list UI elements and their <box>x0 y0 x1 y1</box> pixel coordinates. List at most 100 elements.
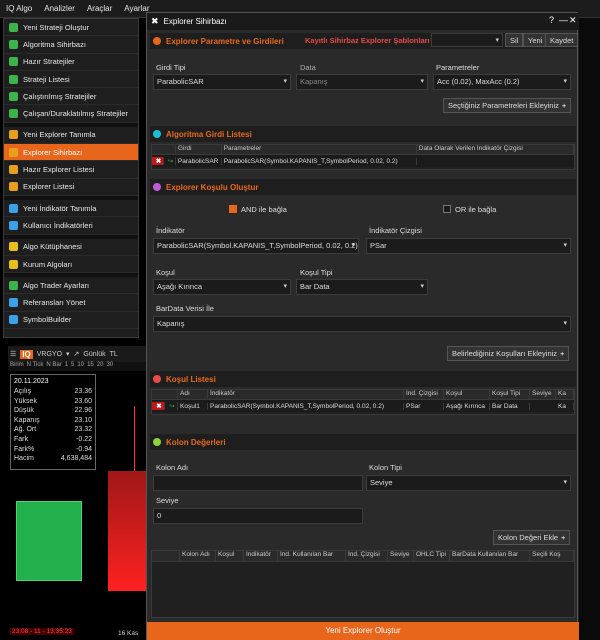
edit-icon[interactable]: ↪ <box>164 157 176 165</box>
column-name-input[interactable] <box>153 475 363 491</box>
quote-value: 22.96 <box>74 407 92 415</box>
menu-iq-algo[interactable]: IQ Algo <box>0 0 38 17</box>
menu-item[interactable]: Kurum Algoları <box>4 256 138 274</box>
chevron-down-icon: ▾ <box>495 37 499 44</box>
menu-item[interactable]: Strateji Listesi <box>4 71 138 89</box>
menu-item[interactable]: Explorer Sihirbazı <box>4 144 138 162</box>
menu-item[interactable]: Yeni Strateji Oluştur <box>4 19 138 37</box>
external-link-icon[interactable]: ↗ <box>74 350 80 358</box>
indicator-new-icon <box>9 203 18 213</box>
right-side-panel <box>578 18 600 640</box>
menu-item-label: Algo Kütüphanesi <box>23 242 82 252</box>
and-checkbox[interactable] <box>229 205 237 213</box>
explorer-list-icon <box>9 182 18 192</box>
column-type-combo[interactable]: Seviye ▾ <box>366 475 571 491</box>
input-type-combo[interactable]: ParabolicSAR ▾ <box>153 74 291 90</box>
add-column-value-button[interactable]: Kolon Değeri Ekle + <box>493 530 571 545</box>
column-values-grid: Kolon Adı Koşul İndikatör İnd. Kullanıla… <box>151 550 575 618</box>
parameters-label: Parametreler <box>436 63 480 72</box>
quote-key: Açılış <box>14 388 32 395</box>
algo-input-grid: Girdi Parametreler Data Olarak Verilen İ… <box>151 144 575 170</box>
chart-time-label: 23.08 - 11 - 13:35:23 <box>10 628 74 635</box>
indicator-label: İndikatör <box>156 226 185 235</box>
create-explorer-button[interactable]: Yeni Explorer Oluştur <box>147 622 579 640</box>
menu-item-label: Explorer Listesi <box>23 182 75 192</box>
chevron-down-icon[interactable]: ▾ <box>66 350 70 358</box>
quote-value: 4,638,484 <box>60 455 92 463</box>
condition-section-header: Explorer Koşulu Oluştur <box>150 179 576 195</box>
menu-item[interactable]: Hazır Explorer Listesi <box>4 161 138 179</box>
menu-item[interactable]: Hazır Stratejiler <box>4 54 138 71</box>
menu-item[interactable]: Explorer Listesi <box>4 179 138 196</box>
new-template-button[interactable]: Yeni <box>523 33 548 47</box>
indicator-line-combo[interactable]: PSar ▾ <box>366 238 571 254</box>
params-section-title: Explorer Parametre ve Girdileri <box>166 36 284 46</box>
level-label: Seviye <box>156 496 179 505</box>
menu-item[interactable]: Çalışan/Duraklatılmış Stratejiler <box>4 105 138 123</box>
quote-row: Hacim 4,638,484 <box>14 454 92 464</box>
minimize-button[interactable]: — <box>559 15 568 25</box>
condition-combo[interactable]: Aşağı Kırınca ▾ <box>153 279 291 295</box>
red-dot-icon <box>153 375 161 383</box>
chevron-down-icon: ▾ <box>563 479 567 486</box>
menu-analizler[interactable]: Analizler <box>38 0 81 17</box>
indicator-combo[interactable]: ParabolicSAR(Symbol.KAPANIS_T,SymbolPeri… <box>153 238 359 254</box>
resolution-option[interactable]: N Tick <box>27 362 44 371</box>
resolution-option[interactable]: Birim <box>10 362 24 371</box>
menu-item[interactable]: SymbolBuilder <box>4 312 138 330</box>
column-type-label: Kolon Tipi <box>369 463 402 472</box>
menu-item-label: Algoritma Sihirbazı <box>23 39 86 49</box>
edit-icon[interactable]: ↪ <box>165 402 178 410</box>
close-button[interactable]: ✕ <box>569 15 577 26</box>
candle-wick <box>134 406 135 481</box>
resolution-option[interactable]: 1 <box>65 362 68 371</box>
menu-item-label: Kullanıcı İndikatörleri <box>23 220 93 230</box>
level-input[interactable]: 0 <box>153 508 363 524</box>
menu-item[interactable]: Algoritma Sihirbazı <box>4 36 138 54</box>
or-checkbox[interactable] <box>443 205 451 213</box>
menu-item[interactable]: Yeni İndikatör Tanımla <box>4 200 138 218</box>
save-template-button[interactable]: Kaydet <box>545 33 579 47</box>
delete-icon[interactable]: ✖ <box>152 157 164 165</box>
table-row[interactable]: ✖ ↪ ParabolicSAR ParabolicSAR(Symbol.KAP… <box>152 155 574 167</box>
menu-item[interactable]: Çalıştırılmış Stratejiler <box>4 88 138 106</box>
saved-templates-combo[interactable]: ▾ <box>431 33 503 47</box>
and-label: AND ile bağla <box>241 205 287 214</box>
table-row[interactable]: ✖ ↪ Koşul1 ParabolicSAR(Symbol.KAPANIS_T… <box>152 400 574 412</box>
dialog-titlebar: ✖ Explorer Sihirbazı ? — ✕ <box>147 13 579 30</box>
bardata-combo[interactable]: Kapanış ▾ <box>153 316 571 332</box>
resolution-option[interactable]: 10 <box>77 362 84 371</box>
delete-template-button[interactable]: Sil <box>505 33 524 47</box>
institution-icon <box>9 259 18 269</box>
menu-lines-icon[interactable]: ☰ <box>10 350 16 358</box>
menu-item[interactable]: Algo Trader Ayarları <box>4 277 138 295</box>
chart-currency[interactable]: TL <box>110 351 118 358</box>
settings-icon <box>9 280 18 290</box>
parameters-combo[interactable]: Acc (0.02), MaxAcc (0.2) ▾ <box>433 74 571 90</box>
menu-item[interactable]: Algo Kütüphanesi <box>4 239 138 256</box>
strategy-list-icon <box>9 57 18 67</box>
resolution-option[interactable]: 5 <box>71 362 74 371</box>
menu-item[interactable]: Kullanıcı İndikatörleri <box>4 217 138 235</box>
chevron-down-icon: ▾ <box>563 320 567 327</box>
quote-value: -0.22 <box>76 435 92 443</box>
chart-period[interactable]: Günlük <box>83 351 105 358</box>
quote-row: Fark -0.22 <box>14 435 92 445</box>
help-button[interactable]: ? <box>549 15 554 25</box>
delete-icon[interactable]: ✖ <box>152 402 165 410</box>
menu-item-label: Yeni Explorer Tanımla <box>23 130 96 140</box>
resolution-option[interactable]: 15 <box>87 362 94 371</box>
menu-araclar[interactable]: Araçlar <box>81 0 118 17</box>
data-combo[interactable]: Kapanış ▾ <box>296 74 428 90</box>
condition-type-combo[interactable]: Bar Data ▾ <box>296 279 428 295</box>
add-parameters-button[interactable]: Seçtiğiniz Parametreleri Ekleyiniz + <box>443 98 572 113</box>
resolution-option[interactable]: 30 <box>106 362 113 371</box>
add-conditions-button[interactable]: Belirlediğiniz Koşulları Ekleyiniz + <box>447 346 570 361</box>
resolution-option[interactable]: N Bar <box>46 362 61 371</box>
chart-symbol[interactable]: VRGYO <box>37 351 62 358</box>
bardata-label: BarData Verisi İle <box>156 304 214 313</box>
resolution-option[interactable]: 20 <box>97 362 104 371</box>
menu-item[interactable]: Referansları Yönet <box>4 294 138 312</box>
menu-item[interactable]: Yeni Explorer Tanımla <box>4 127 138 145</box>
menu-item-label: Explorer Sihirbazı <box>23 147 83 157</box>
